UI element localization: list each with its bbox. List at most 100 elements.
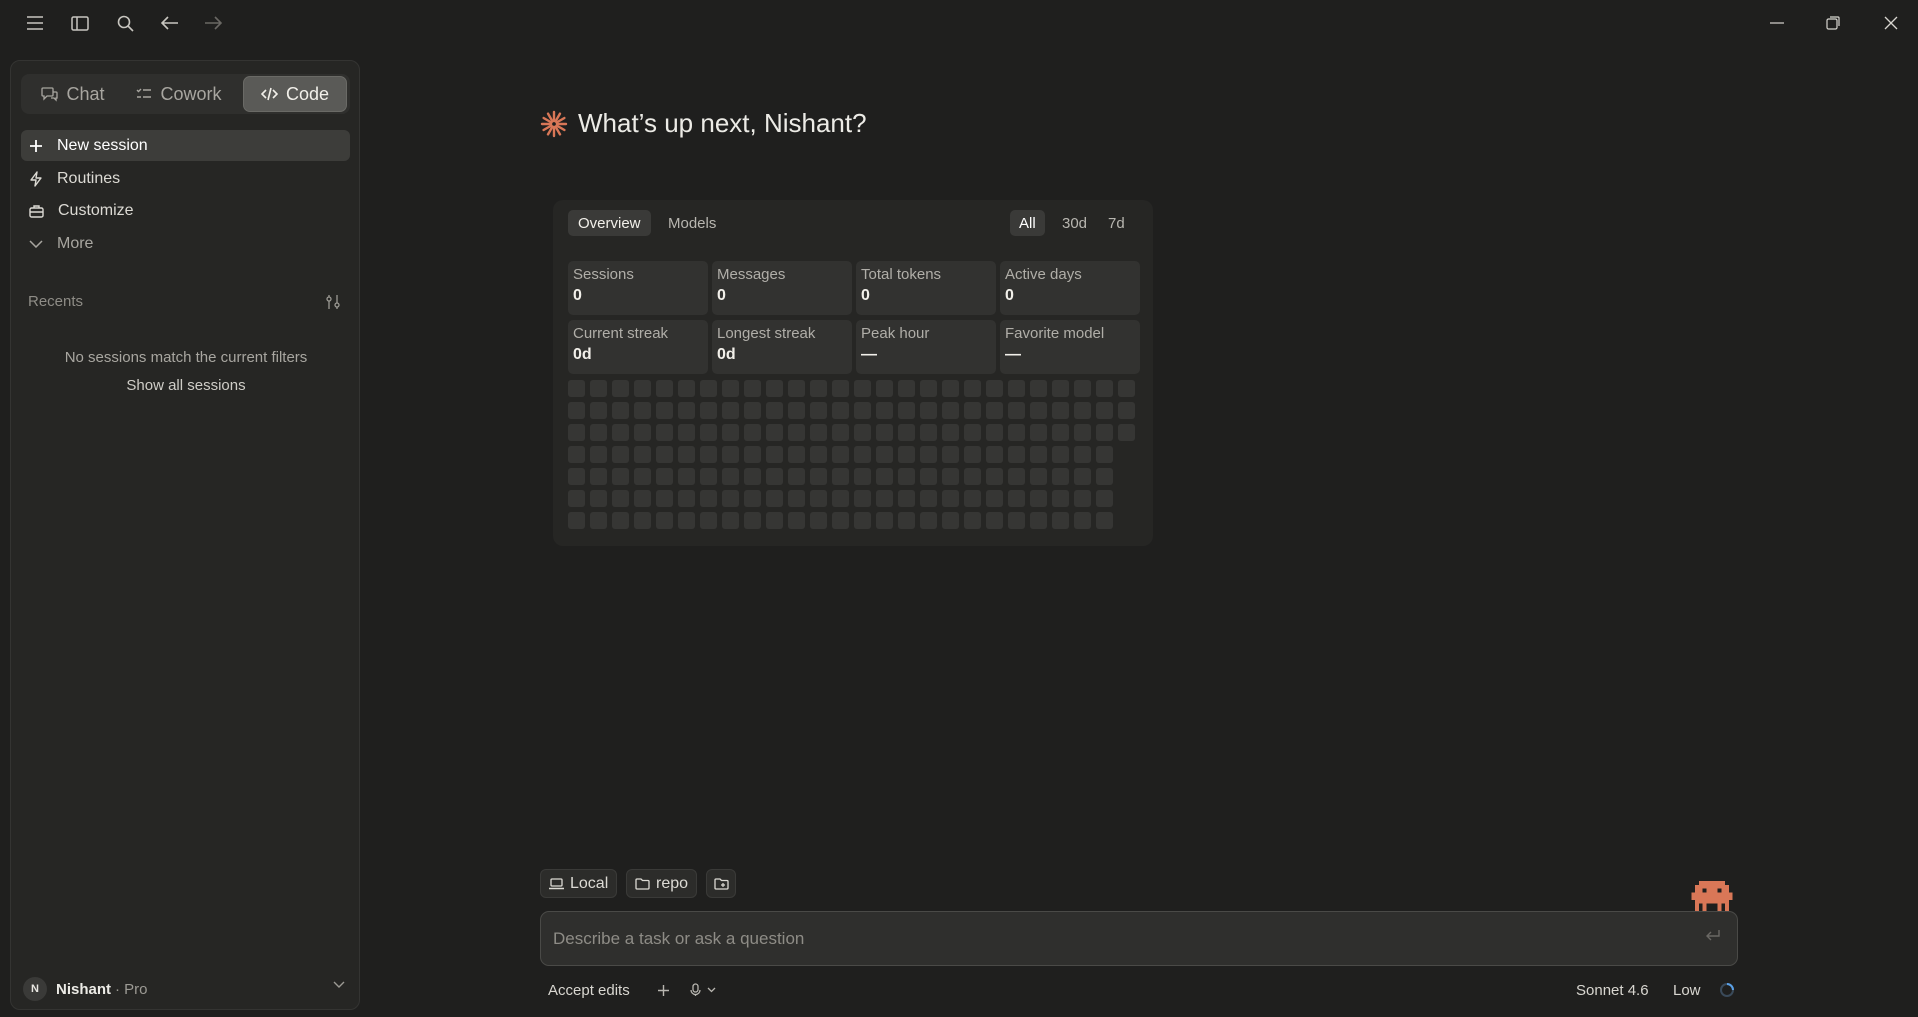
minimize-icon[interactable] — [1754, 8, 1800, 38]
heatmap-cell — [1074, 490, 1091, 507]
enter-icon[interactable] — [1705, 929, 1721, 943]
heatmap-cell — [766, 446, 783, 463]
voice-input-button[interactable] — [690, 978, 716, 1002]
heatmap-cell — [898, 446, 915, 463]
tab-chat-label: Chat — [66, 83, 105, 104]
heatmap-cell — [1096, 424, 1113, 441]
repo-chip[interactable]: repo — [626, 869, 698, 898]
heatmap-cell — [634, 446, 651, 463]
stat-value: 0 — [1005, 287, 1014, 304]
stat-messages: Messages 0 — [712, 261, 852, 315]
heatmap-cell — [1074, 512, 1091, 529]
heatmap-cell — [1052, 380, 1069, 397]
model-selector[interactable]: Sonnet 4.6 — [1576, 978, 1649, 1002]
prompt-input[interactable] — [553, 912, 1673, 965]
heatmap-cell — [568, 424, 585, 441]
back-arrow-icon[interactable] — [157, 10, 183, 36]
heatmap-cell — [986, 512, 1003, 529]
laptop-icon — [549, 877, 564, 890]
heatmap-cell — [832, 402, 849, 419]
sidebar-item-routines[interactable]: Routines — [21, 163, 350, 194]
stat-total-tokens: Total tokens 0 — [856, 261, 996, 315]
tab-code[interactable]: Code — [243, 76, 347, 112]
heatmap-cell — [788, 512, 805, 529]
heatmap-cell — [942, 380, 959, 397]
tab-overview[interactable]: Overview — [568, 210, 651, 236]
tab-cowork-label: Cowork — [160, 83, 222, 104]
environment-label: Local — [570, 874, 609, 892]
pixel-mascot-icon — [1690, 881, 1734, 911]
heatmap-cell — [1008, 424, 1025, 441]
heatmap-cell — [810, 468, 827, 485]
heatmap-cell — [788, 402, 805, 419]
range-30d[interactable]: 30d — [1053, 210, 1096, 236]
show-all-sessions-link[interactable]: Show all sessions — [11, 377, 361, 394]
heatmap-cell — [876, 512, 893, 529]
new-session-button[interactable]: New session — [21, 130, 350, 161]
heatmap-cell — [810, 446, 827, 463]
heatmap-cell — [986, 424, 1003, 441]
heatmap-cell — [678, 468, 695, 485]
heatmap-cell — [766, 380, 783, 397]
restore-icon[interactable] — [1810, 8, 1856, 38]
tab-models[interactable]: Models — [658, 210, 726, 236]
heatmap-cell — [832, 468, 849, 485]
tab-cowork[interactable]: Cowork — [129, 76, 229, 112]
heatmap-cell — [920, 402, 937, 419]
heatmap-cell — [1030, 446, 1047, 463]
tab-chat[interactable]: Chat — [29, 76, 117, 112]
forward-arrow-icon[interactable] — [200, 10, 226, 36]
heatmap-cell — [964, 380, 981, 397]
heatmap-cell — [832, 512, 849, 529]
stat-label: Active days — [1005, 266, 1082, 283]
heatmap-cell — [876, 402, 893, 419]
greeting: What’s up next, Nishant? — [540, 108, 867, 139]
heatmap-cell — [612, 512, 629, 529]
range-all[interactable]: All — [1010, 210, 1045, 236]
heatmap-cell — [788, 446, 805, 463]
sidebar-item-customize[interactable]: Customize — [21, 195, 350, 226]
effort-selector[interactable]: Low — [1673, 978, 1701, 1002]
heatmap-cell — [964, 512, 981, 529]
heatmap-cell — [766, 424, 783, 441]
heatmap-cell — [920, 512, 937, 529]
range-7d[interactable]: 7d — [1099, 210, 1134, 236]
stat-value: 0d — [573, 346, 592, 363]
heatmap-cell — [1030, 402, 1047, 419]
heatmap-cell — [722, 402, 739, 419]
stat-label: Sessions — [573, 266, 634, 283]
heatmap-cell — [656, 490, 673, 507]
heatmap-cell — [766, 512, 783, 529]
heatmap-cell — [810, 424, 827, 441]
search-icon[interactable] — [112, 10, 138, 36]
close-icon[interactable] — [1868, 8, 1914, 38]
heatmap-cell — [942, 402, 959, 419]
heatmap-cell — [1008, 380, 1025, 397]
heatmap-cell — [766, 402, 783, 419]
starburst-logo-icon — [540, 110, 568, 138]
heatmap-cell — [722, 490, 739, 507]
heatmap-cell — [832, 424, 849, 441]
heatmap-cell — [1008, 512, 1025, 529]
environment-chip[interactable]: Local — [540, 869, 618, 898]
stat-value: 0d — [717, 346, 736, 363]
stat-label: Peak hour — [861, 325, 930, 342]
menu-icon[interactable] — [22, 10, 48, 36]
heatmap-cell — [744, 402, 761, 419]
recents-heading: Recents — [28, 293, 84, 310]
heatmap-cell — [700, 380, 717, 397]
heatmap-cell — [1008, 402, 1025, 419]
heatmap-cell — [678, 490, 695, 507]
heatmap-cell — [1030, 512, 1047, 529]
add-attachment-button[interactable] — [657, 978, 670, 1002]
heatmap-cell — [590, 380, 607, 397]
user-menu[interactable]: N Nishant · Pro — [23, 975, 349, 1003]
add-folder-button[interactable] — [706, 869, 736, 898]
filter-sliders-icon[interactable] — [322, 291, 344, 313]
heatmap-cell — [744, 512, 761, 529]
accept-edits-toggle[interactable]: Accept edits — [548, 978, 630, 1002]
heatmap-cell — [788, 380, 805, 397]
lightning-icon — [29, 170, 43, 187]
sidebar-item-more[interactable]: More — [21, 228, 350, 259]
sidebar-toggle-icon[interactable] — [67, 10, 93, 36]
